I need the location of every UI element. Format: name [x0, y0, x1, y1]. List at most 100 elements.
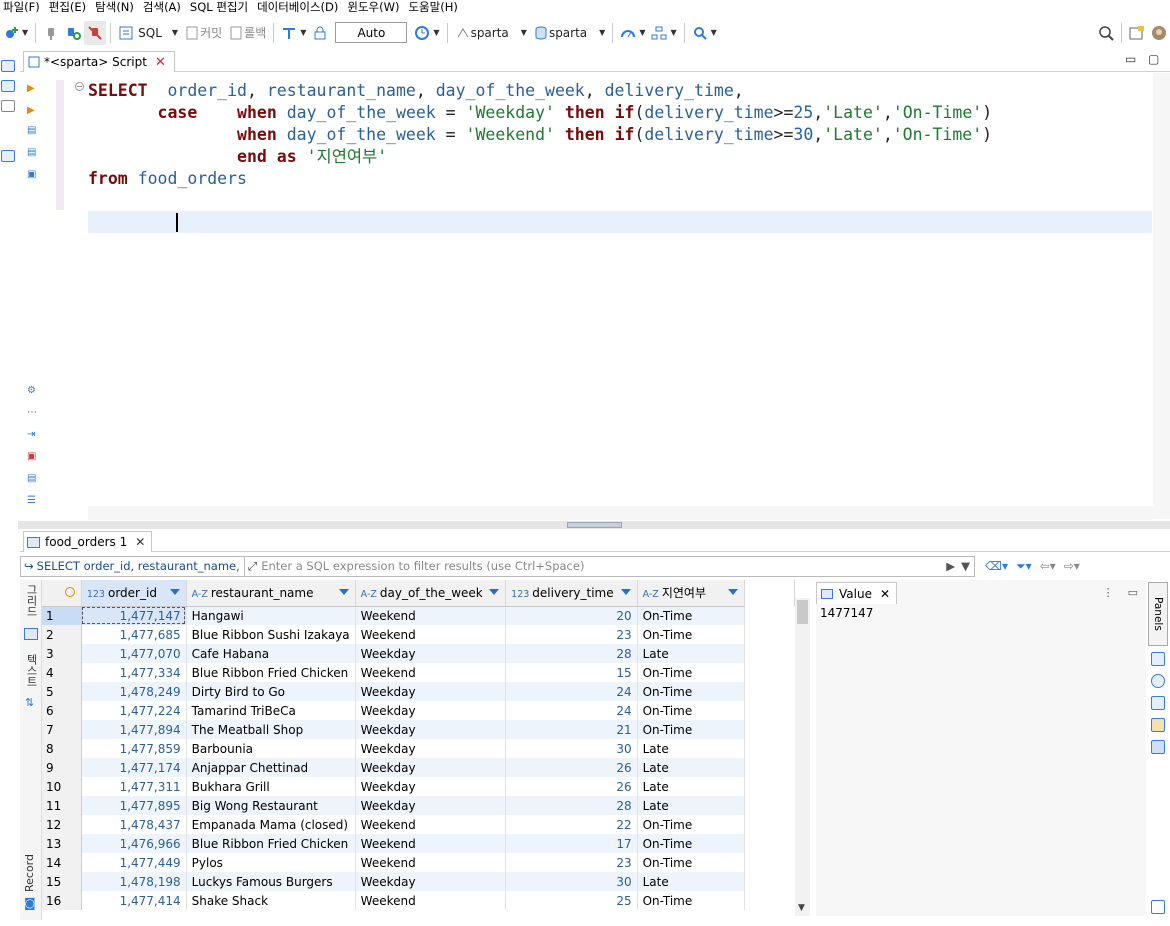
table-cell[interactable]: 23 — [505, 625, 638, 644]
table-cell[interactable]: 1,477,224 — [81, 701, 187, 720]
row-number[interactable]: 3 — [42, 644, 82, 663]
table-cell[interactable]: Late — [637, 758, 746, 777]
refresh-panel-icon[interactable] — [1151, 900, 1165, 914]
table-cell[interactable]: 1,477,894 — [81, 720, 187, 739]
sort-filter-icon[interactable] — [489, 589, 500, 595]
table-cell[interactable]: Weekday — [355, 701, 507, 720]
table-cell[interactable]: Hangawi — [186, 606, 356, 625]
table-cell[interactable]: Luckys Famous Burgers — [186, 872, 356, 891]
sort-filter-icon[interactable] — [169, 589, 180, 595]
table-cell[interactable]: 1,478,437 — [81, 815, 187, 834]
menu-item[interactable]: 탐색(N) — [92, 0, 140, 16]
table-cell[interactable]: Weekend — [355, 625, 507, 644]
table-cell[interactable]: Tamarind TriBeCa — [186, 701, 356, 720]
table-cell[interactable]: 17 — [505, 834, 638, 853]
table-cell[interactable]: Blue Ribbon Sushi Izakaya — [186, 625, 356, 644]
row-number[interactable]: 14 — [42, 853, 82, 872]
value-menu-icon[interactable]: ⋮ — [1103, 586, 1114, 599]
table-cell[interactable]: Weekday — [355, 758, 507, 777]
row-number[interactable]: 6 — [42, 701, 82, 720]
column-header[interactable]: A-Z restaurant_name — [186, 580, 356, 607]
table-cell[interactable]: Weekday — [355, 872, 507, 891]
value-content[interactable]: 1477147 — [820, 606, 873, 620]
menu-item[interactable]: 편집(E) — [46, 0, 92, 16]
tab-text[interactable]: 텍스트 — [23, 654, 39, 687]
forward-icon[interactable]: ⇨▾ — [1064, 559, 1080, 573]
table-cell[interactable]: Weekend — [355, 663, 507, 682]
row-number[interactable]: 15 — [42, 872, 82, 891]
close-value-icon[interactable]: ✕ — [880, 587, 890, 601]
minimize-icon[interactable]: ▭ — [1125, 52, 1136, 66]
table-cell[interactable]: 23 — [505, 853, 638, 872]
sql-code-area[interactable]: SELECT order_id, restaurant_name, day_of… — [88, 80, 1152, 190]
table-row[interactable]: 9 1,477,174 Anjappar Chettinad Weekday 26 Lat… — [42, 758, 795, 777]
table-cell[interactable]: 26 — [505, 777, 638, 796]
reconnect-button[interactable] — [62, 21, 84, 45]
restore-icon[interactable] — [1, 100, 15, 112]
table-row[interactable]: 3 1,477,070 Cafe Habana Weekday 28 Late — [42, 644, 795, 663]
table-cell[interactable]: 1,477,334 — [81, 663, 187, 682]
filter-history-icon[interactable]: ▼ — [961, 559, 970, 573]
commit-button[interactable]: 커밋 — [181, 21, 225, 45]
table-cell[interactable]: Weekday — [355, 644, 507, 663]
transaction-mode-button[interactable]: ▼ — [278, 21, 309, 45]
grid-icon[interactable] — [24, 628, 38, 640]
output-icon[interactable]: ▣ — [27, 169, 36, 180]
connect-button[interactable] — [40, 21, 62, 45]
eraser-icon[interactable]: ⌫▾ — [985, 559, 1008, 573]
table-cell[interactable]: Late — [637, 777, 746, 796]
table-cell[interactable]: Weekday — [355, 739, 507, 758]
table-cell[interactable]: 1,477,174 — [81, 758, 187, 777]
outline-icon[interactable]: ☰ — [27, 495, 36, 506]
menu-item[interactable]: 데이터베이스(D) — [254, 0, 344, 16]
editor-vertical-scrollbar[interactable] — [1153, 73, 1170, 519]
column-header[interactable]: A-Z 지연여부 — [637, 580, 746, 607]
table-cell[interactable]: On-Time — [637, 606, 746, 625]
menu-item[interactable]: 윈도우(W) — [344, 0, 405, 16]
scroll-down-icon[interactable]: ▼ — [798, 903, 805, 913]
table-cell[interactable]: 30 — [505, 739, 638, 758]
menu-item[interactable]: 도움말(H) — [405, 0, 463, 16]
table-row[interactable]: 5 1,478,249 Dirty Bird to Go Weekday 24 On-Ti… — [42, 682, 795, 701]
table-row[interactable]: 12 1,478,437 Empanada Mama (closed) Weekend… — [42, 815, 795, 834]
table-cell[interactable]: Weekend — [355, 891, 507, 910]
tab-record[interactable]: Record — [23, 854, 36, 892]
export-icon[interactable]: ⇥ — [27, 429, 35, 440]
apply-filter-icon[interactable]: ▶ — [946, 559, 955, 573]
table-cell[interactable]: Weekday — [355, 720, 507, 739]
table-row[interactable]: 16 1,477,414 Shake Shack Weekend 25 On-Time — [42, 891, 795, 910]
table-cell[interactable]: Blue Ribbon Fried Chicken — [186, 834, 356, 853]
table-cell[interactable]: 24 — [505, 701, 638, 720]
row-number[interactable]: 1 — [42, 606, 82, 625]
table-cell[interactable]: Empanada Mama (closed) — [186, 815, 356, 834]
tab-grid[interactable]: 그리드 — [23, 584, 39, 617]
table-cell[interactable]: 24 — [505, 682, 638, 701]
row-number[interactable]: 5 — [42, 682, 82, 701]
table-cell[interactable]: On-Time — [637, 834, 746, 853]
history-button[interactable]: ▼ — [411, 21, 442, 45]
execute-script-icon[interactable]: ▤ — [27, 125, 36, 136]
table-cell[interactable]: 1,477,895 — [81, 796, 187, 815]
row-number[interactable]: 9 — [42, 758, 82, 777]
table-cell[interactable]: 30 — [505, 872, 638, 891]
table-cell[interactable]: On-Time — [637, 701, 746, 720]
column-header[interactable]: 123 order_id — [81, 580, 187, 607]
table-row[interactable]: 6 1,477,224 Tamarind TriBeCa Weekday 24 On-Ti… — [42, 701, 795, 720]
code-line[interactable]: SELECT order_id, restaurant_name, day_of… — [88, 80, 1152, 102]
table-cell[interactable]: Shake Shack — [186, 891, 356, 910]
table-cell[interactable]: Anjappar Chettinad — [186, 758, 356, 777]
transaction-mode-field[interactable]: Auto — [335, 22, 408, 43]
table-cell[interactable]: Weekday — [355, 682, 507, 701]
search-tool-button[interactable]: ▼ — [689, 21, 720, 45]
table-cell[interactable]: 1,477,070 — [81, 644, 187, 663]
table-cell[interactable]: 1,478,249 — [81, 682, 187, 701]
table-row[interactable]: 10 1,477,311 Bukhara Grill Weekday 26 Late — [42, 777, 795, 796]
menu-item[interactable]: 검색(A) — [140, 0, 187, 16]
menu-item[interactable]: SQL 편집기 — [187, 0, 254, 16]
table-cell[interactable]: 21 — [505, 720, 638, 739]
table-cell[interactable]: Weekday — [355, 796, 507, 815]
table-cell[interactable]: Pylos — [186, 853, 356, 872]
problems-icon[interactable]: ▣ — [27, 451, 36, 462]
perspective-button[interactable] — [1126, 21, 1148, 45]
table-row[interactable]: 11 1,477,895 Big Wong Restaurant Weekday 28 L… — [42, 796, 795, 815]
